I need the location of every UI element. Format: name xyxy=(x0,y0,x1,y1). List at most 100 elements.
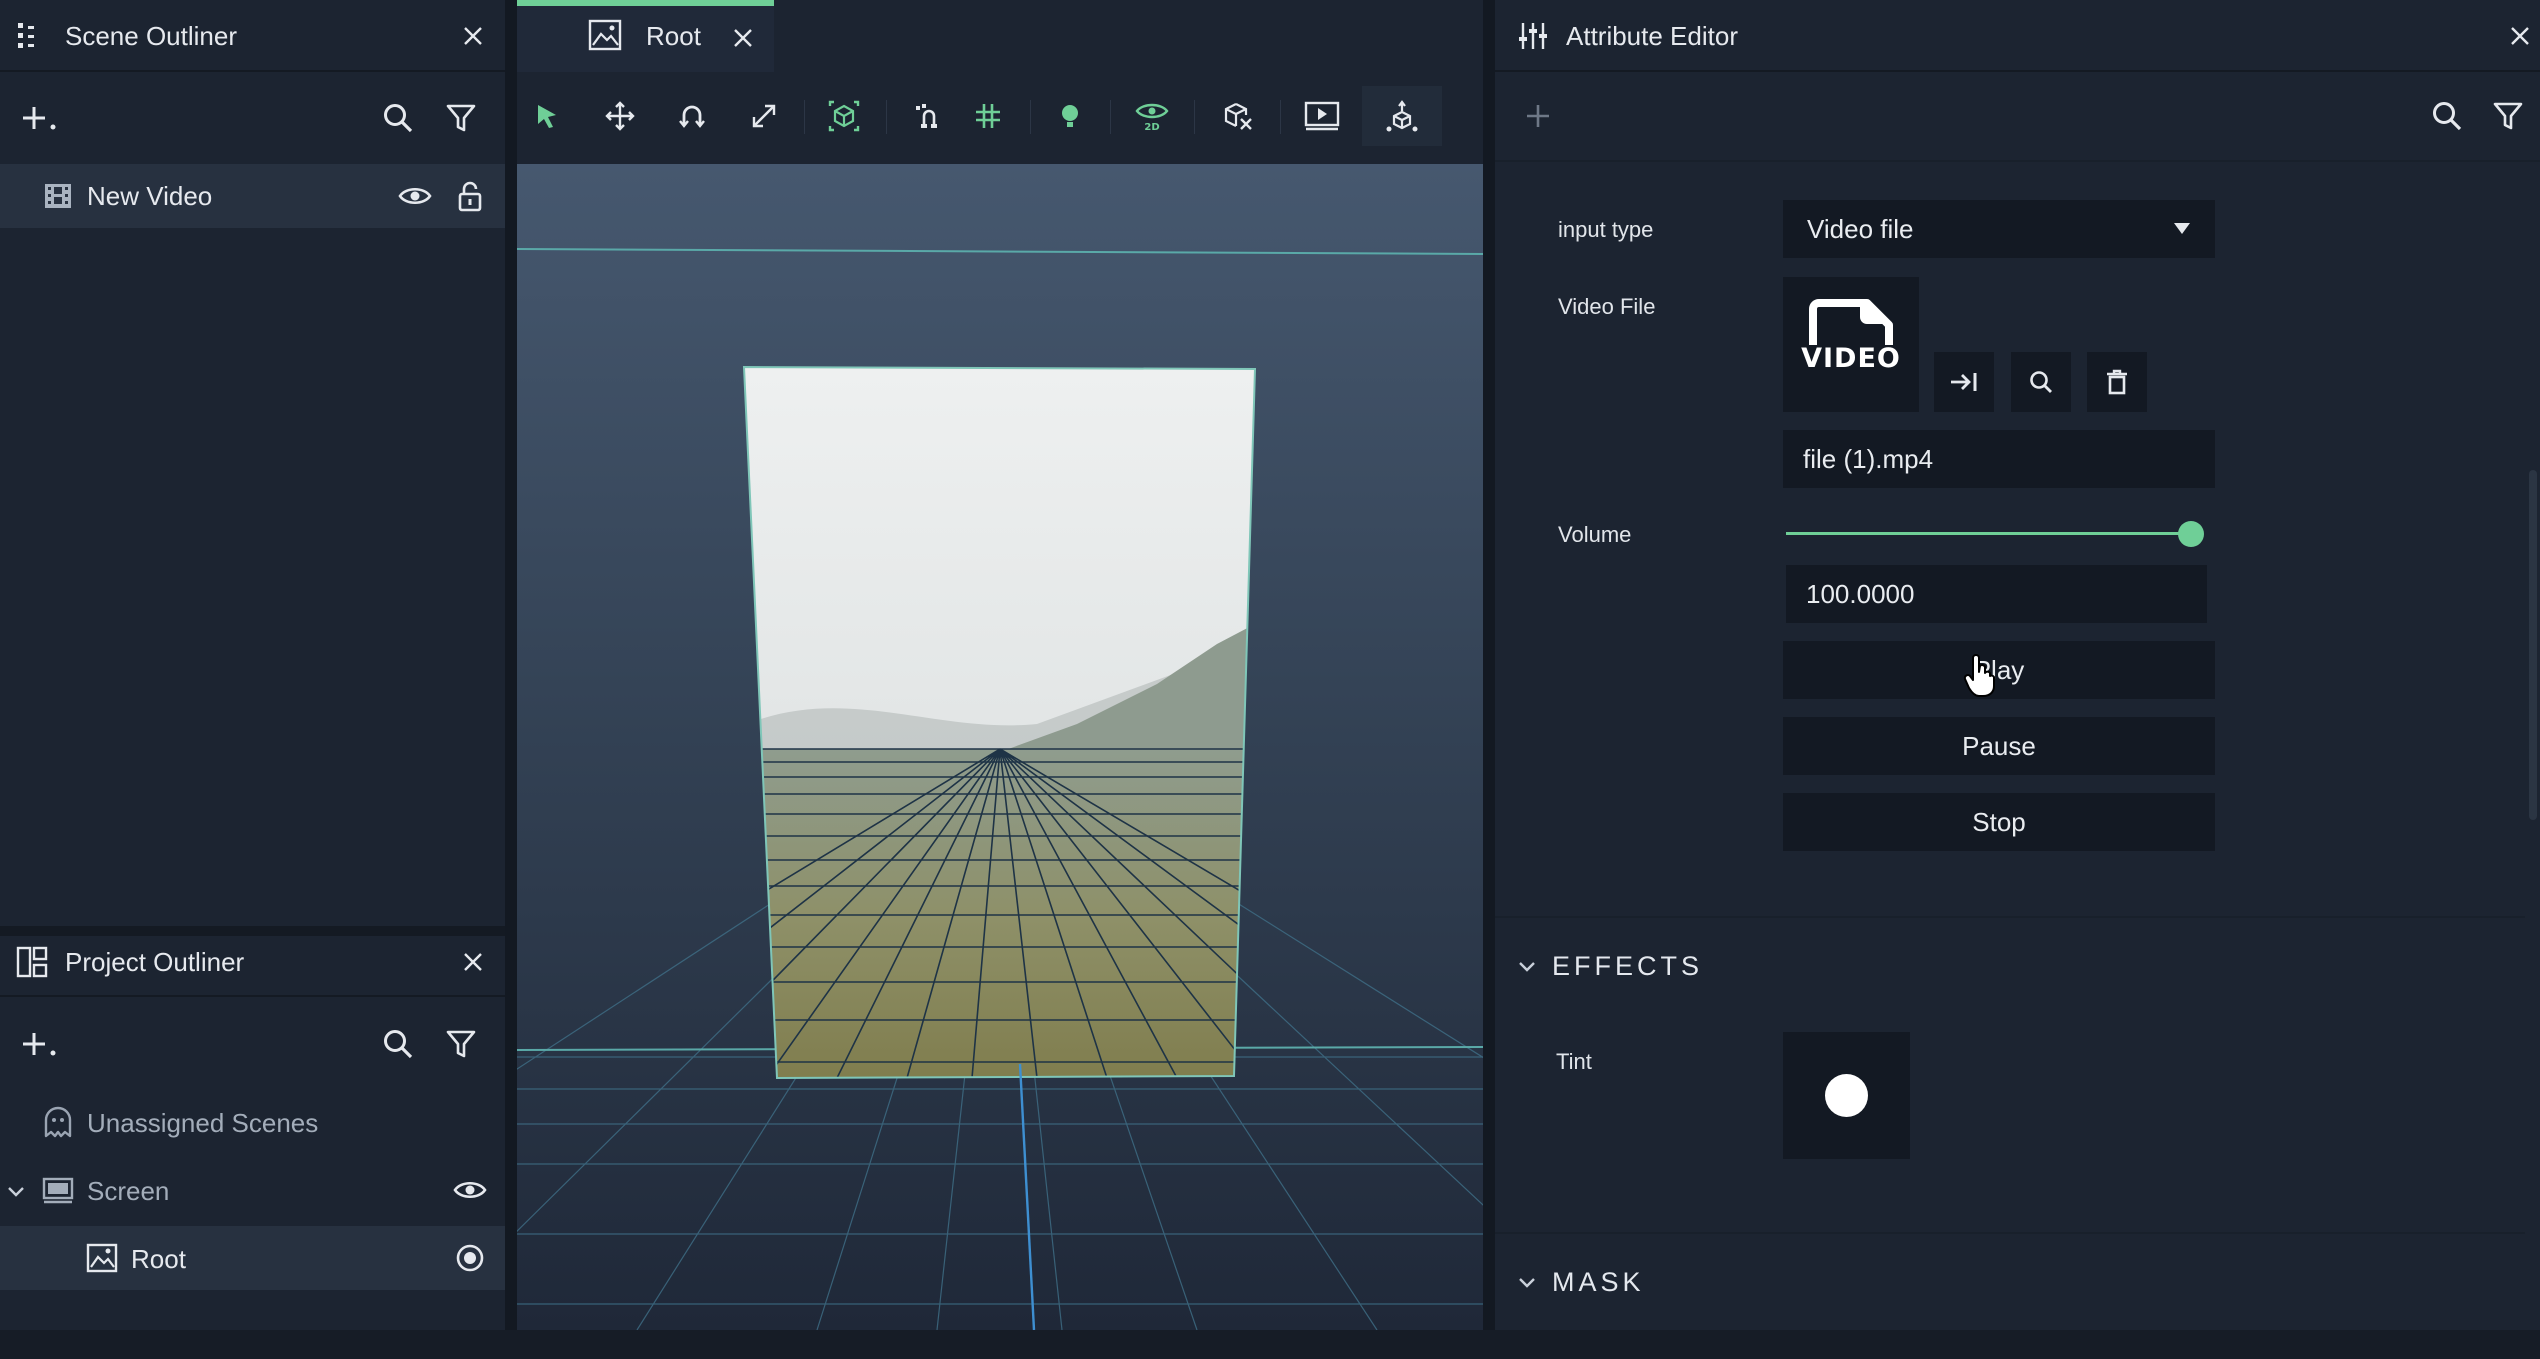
stop-button[interactable]: Stop xyxy=(1783,793,2215,851)
tint-label: Tint xyxy=(1556,1049,1592,1074)
filter-icon[interactable] xyxy=(441,98,481,138)
chevron-down-icon[interactable] xyxy=(1512,952,1542,982)
grid-icon[interactable] xyxy=(968,96,1008,136)
ghost-icon xyxy=(40,1104,76,1140)
panel-splitter[interactable] xyxy=(1483,0,1495,1330)
select-arrow-icon[interactable] xyxy=(527,96,567,136)
tree-item-selected[interactable] xyxy=(0,1226,505,1290)
panel-divider[interactable] xyxy=(0,926,510,936)
close-icon[interactable] xyxy=(455,18,491,54)
viewport-canvas[interactable] xyxy=(517,164,1483,1330)
toolbar-separator xyxy=(886,100,887,134)
editor-header-divider xyxy=(1495,70,2540,72)
list-item-label: New Video xyxy=(87,181,213,211)
eye-icon[interactable] xyxy=(395,178,435,214)
effects-section-header[interactable]: EFFECTS xyxy=(1552,951,1703,982)
video-thumbnail[interactable]: VIDEO xyxy=(1783,277,1919,412)
lock-icon[interactable] xyxy=(452,176,488,216)
drag-handle-icon[interactable] xyxy=(12,18,42,54)
scrollbar-thumb[interactable] xyxy=(2529,470,2537,820)
chevron-down-icon[interactable] xyxy=(2,1178,30,1206)
add-project-button[interactable] xyxy=(20,1024,60,1064)
toolbar-separator xyxy=(804,100,805,134)
active-scene-radio-icon[interactable] xyxy=(452,1240,488,1276)
monitor-icon xyxy=(40,1173,76,1209)
scene-render xyxy=(517,164,1483,1330)
browse-file-button[interactable] xyxy=(2011,352,2071,412)
image-icon xyxy=(586,16,624,54)
trash-icon xyxy=(2107,369,2127,395)
add-attribute-button[interactable] xyxy=(1520,96,1556,136)
bounding-box-icon[interactable] xyxy=(824,96,864,136)
volume-slider-thumb[interactable] xyxy=(2178,521,2204,547)
volume-input[interactable]: 100.0000 xyxy=(1786,565,2207,623)
tree-item-label[interactable]: Screen xyxy=(87,1176,169,1207)
cube-x-icon[interactable] xyxy=(1218,96,1258,136)
close-icon[interactable] xyxy=(455,944,491,980)
filter-icon[interactable] xyxy=(441,1024,481,1064)
input-type-value: Video file xyxy=(1807,213,1914,244)
tint-color-dot xyxy=(1825,1074,1868,1117)
scene-outliner-panel xyxy=(0,0,510,930)
filename-value: file (1).mp4 xyxy=(1803,443,1934,474)
eye-icon[interactable] xyxy=(450,1172,490,1208)
panel-splitter[interactable] xyxy=(505,0,517,1330)
input-type-select[interactable]: Video file xyxy=(1783,200,2215,258)
image-icon xyxy=(84,1240,120,1276)
chevron-down-icon[interactable] xyxy=(1512,1268,1542,1298)
editor-toolbar-divider xyxy=(1495,160,2540,162)
toolbar-separator xyxy=(1194,100,1195,134)
search-icon[interactable] xyxy=(2427,96,2467,136)
tint-color-swatch[interactable] xyxy=(1783,1032,1910,1159)
volume-slider[interactable] xyxy=(1786,516,2204,552)
project-outliner-title: Project Outliner xyxy=(65,947,245,977)
attribute-editor-title: Attribute Editor xyxy=(1566,21,1738,51)
delete-file-button[interactable] xyxy=(2087,352,2147,412)
filter-icon[interactable] xyxy=(2488,96,2528,136)
light-bulb-icon[interactable] xyxy=(1050,96,1090,136)
dropdown-arrow-icon xyxy=(2171,220,2193,238)
add-scene-button[interactable] xyxy=(20,98,60,138)
snap-icon[interactable] xyxy=(908,96,948,136)
video-file-label: Video File xyxy=(1558,294,1656,319)
pause-button[interactable]: Pause xyxy=(1783,717,2215,775)
film-icon xyxy=(40,178,76,214)
volume-value: 100.0000 xyxy=(1806,578,1915,609)
toolbar-separator xyxy=(1280,100,1281,134)
toolbar-separator xyxy=(1030,100,1031,134)
svg-text:2D: 2D xyxy=(1144,122,1159,131)
rotate-icon[interactable] xyxy=(672,96,712,136)
sliders-icon xyxy=(1515,18,1551,54)
stop-button-label: Stop xyxy=(1972,806,2026,837)
search-icon xyxy=(2030,371,2052,393)
pause-button-label: Pause xyxy=(1962,730,2036,761)
arrow-to-line-icon xyxy=(1951,373,1977,391)
tab-active-indicator xyxy=(517,0,774,6)
status-bar xyxy=(0,1330,2540,1359)
section-divider xyxy=(1495,916,2525,918)
video-thumb-text: VIDEO xyxy=(1801,343,1901,374)
preview-play-icon[interactable] xyxy=(1302,96,1342,136)
move-icon[interactable] xyxy=(600,96,640,136)
filename-field[interactable]: file (1).mp4 xyxy=(1783,430,2215,488)
play-button[interactable]: Play xyxy=(1783,641,2215,699)
tree-item-label: Root xyxy=(131,1244,186,1274)
search-icon[interactable] xyxy=(378,98,418,138)
close-icon[interactable] xyxy=(2502,18,2538,54)
eye-2d-icon[interactable]: 2D xyxy=(1132,96,1172,136)
scene-outliner-title: Scene Outliner xyxy=(65,21,237,51)
hierarchy-icon xyxy=(14,944,50,980)
assign-file-button[interactable] xyxy=(1934,352,1994,412)
input-type-label: input type xyxy=(1558,217,1654,242)
mask-section-header[interactable]: MASK xyxy=(1552,1267,1645,1298)
hand-cursor-icon xyxy=(1962,650,1998,700)
tree-item-label[interactable]: Unassigned Scenes xyxy=(87,1108,318,1139)
scale-icon[interactable] xyxy=(744,96,784,136)
volume-slider-track xyxy=(1786,532,2194,535)
section-divider xyxy=(1495,1232,2525,1234)
search-icon[interactable] xyxy=(378,1024,418,1064)
gizmo-icon xyxy=(1382,96,1422,136)
close-icon[interactable] xyxy=(725,20,761,56)
toolbar-separator xyxy=(1110,100,1111,134)
outliner-header-divider xyxy=(0,995,510,997)
